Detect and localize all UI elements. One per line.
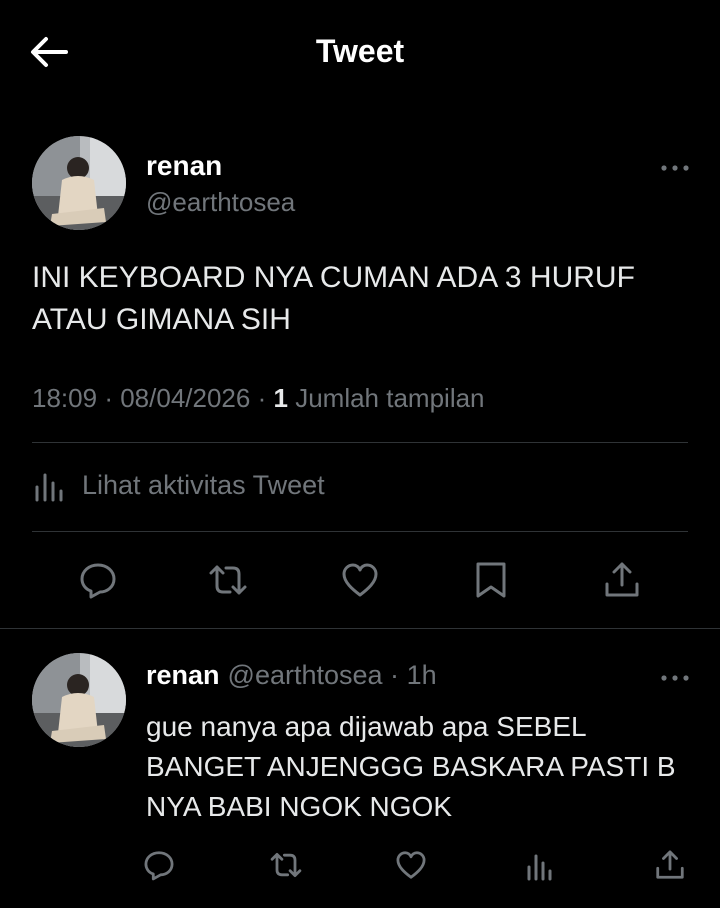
like-button[interactable] bbox=[338, 558, 382, 602]
tweet-text-line: INI KEYBOARD NYA CUMAN ADA 3 HURUF bbox=[32, 261, 635, 294]
meta-separator: · bbox=[390, 660, 400, 690]
analytics-icon bbox=[527, 854, 552, 881]
retweet-button[interactable] bbox=[206, 558, 250, 602]
divider bbox=[32, 531, 688, 532]
comment-icon bbox=[80, 563, 116, 599]
retweet-button[interactable] bbox=[268, 847, 304, 883]
view-tweet-activity-link[interactable]: Lihat aktivitas Tweet bbox=[32, 467, 325, 503]
more-dots-icon bbox=[661, 165, 689, 171]
like-button[interactable] bbox=[393, 847, 429, 883]
meta-separator: · bbox=[257, 383, 267, 413]
avatar[interactable] bbox=[32, 136, 126, 230]
bookmark-icon bbox=[476, 562, 506, 598]
retweet-icon bbox=[209, 565, 247, 595]
tweet-text-line: ATAU GIMANA SIH bbox=[32, 303, 291, 336]
more-options-button[interactable] bbox=[660, 670, 690, 686]
page-title: Tweet bbox=[315, 33, 405, 69]
views-label: Jumlah tampilan bbox=[295, 383, 485, 413]
divider bbox=[32, 442, 688, 443]
bookmark-button[interactable] bbox=[469, 558, 513, 602]
retweet-icon bbox=[270, 852, 302, 878]
more-dots-icon bbox=[661, 675, 689, 681]
tweet-meta: 18:09 · 08/04/2026 · 1 Jumlah tampilan bbox=[32, 383, 485, 414]
share-button[interactable] bbox=[600, 558, 644, 602]
reply-text: gue nanya apa dijawab apa SEBEL BANGET A… bbox=[146, 707, 706, 827]
reply-button[interactable] bbox=[76, 558, 120, 602]
tweet-text: INI KEYBOARD NYA CUMAN ADA 3 HURUF ATAU … bbox=[32, 257, 692, 341]
avatar[interactable] bbox=[32, 653, 126, 747]
avatar-photo bbox=[32, 136, 126, 230]
reply-text-line: BANGET ANJENGGG BASKARA PASTI B bbox=[146, 751, 676, 782]
reply-text-line: NYA BABI NGOK NGOK bbox=[146, 791, 453, 822]
reply-author-name[interactable]: renan bbox=[146, 660, 220, 690]
meta-separator: · bbox=[104, 383, 113, 413]
divider bbox=[0, 628, 720, 629]
heart-icon bbox=[342, 563, 378, 597]
views-count: 1 bbox=[273, 383, 288, 413]
analytics-button[interactable] bbox=[522, 847, 558, 883]
heart-icon bbox=[396, 851, 426, 879]
analytics-icon bbox=[35, 473, 63, 502]
tweet-time[interactable]: 18:09 bbox=[32, 383, 97, 413]
reply-text-line: gue nanya apa dijawab apa SEBEL bbox=[146, 711, 587, 742]
share-icon bbox=[605, 562, 639, 597]
more-options-button[interactable] bbox=[660, 160, 690, 176]
activity-label: Lihat aktivitas Tweet bbox=[82, 469, 325, 500]
author-handle[interactable]: @earthtosea bbox=[146, 187, 295, 218]
share-button[interactable] bbox=[652, 847, 688, 883]
reply-header: renan @earthtosea · 1h bbox=[146, 660, 437, 691]
avatar-photo bbox=[32, 653, 126, 747]
reply-author-handle[interactable]: @earthtosea bbox=[228, 660, 383, 690]
author-name[interactable]: renan bbox=[146, 150, 222, 182]
tweet-date[interactable]: 08/04/2026 bbox=[120, 383, 250, 413]
reply-button[interactable] bbox=[141, 847, 177, 883]
reply-age[interactable]: 1h bbox=[407, 660, 437, 690]
comment-icon bbox=[144, 851, 174, 881]
share-icon bbox=[656, 850, 684, 879]
